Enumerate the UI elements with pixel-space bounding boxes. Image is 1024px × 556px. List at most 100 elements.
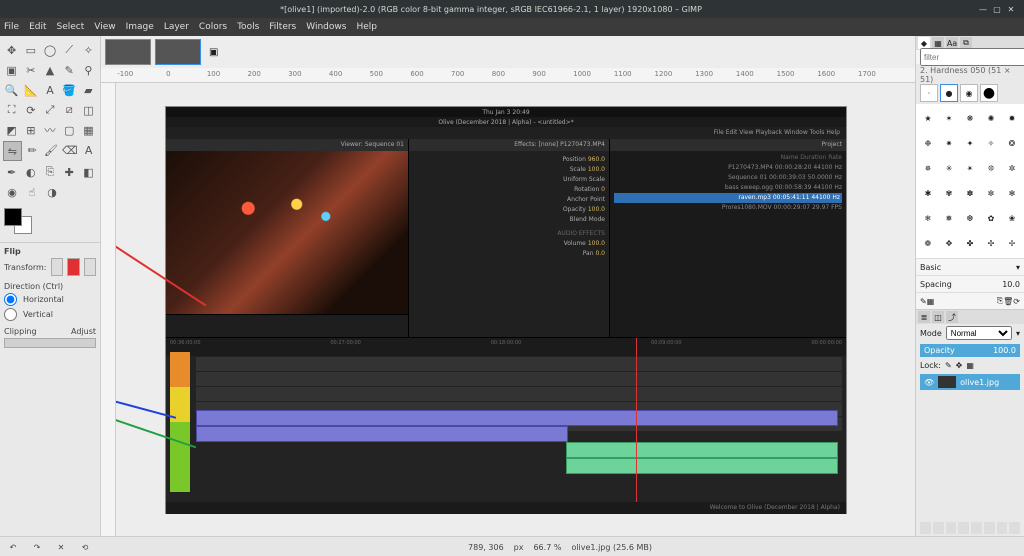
menu-colors[interactable]: Colors bbox=[199, 22, 227, 32]
status-zoom[interactable]: 66.7 % bbox=[533, 543, 561, 552]
mypaint-tool-icon[interactable]: ◐ bbox=[22, 163, 39, 181]
fg-color-swatch[interactable] bbox=[4, 208, 22, 226]
menu-edit[interactable]: Edit bbox=[29, 22, 46, 32]
airbrush-tool-icon[interactable]: A bbox=[80, 141, 97, 159]
doc-thumb-1[interactable] bbox=[105, 39, 151, 65]
layers-opacity-slider[interactable]: Opacity 100.0 bbox=[920, 344, 1020, 357]
brush-hard-icon[interactable]: ● bbox=[980, 84, 998, 102]
perspective-tool-icon[interactable]: ◫ bbox=[80, 101, 97, 119]
free-select-tool-icon[interactable]: ⟋ bbox=[61, 41, 78, 59]
direction-vertical[interactable]: Vertical bbox=[4, 308, 96, 321]
direction-vertical-radio[interactable] bbox=[4, 308, 17, 321]
window-close-button[interactable]: ✕ bbox=[1004, 5, 1018, 14]
layer-row[interactable]: 👁 olive1.jpg bbox=[920, 374, 1020, 390]
brush-grid[interactable]: ★✶❋✺✹ ❉✷✦✧❂ ✵✳✴❊✲ ✱✾✽✼✻ ❄❅❆✿❀ ❁✥✤✣✢ bbox=[916, 104, 1024, 258]
perspective-clone-icon[interactable]: ◧ bbox=[80, 163, 97, 181]
tab-paths-icon[interactable]: ⤴ bbox=[946, 311, 958, 323]
menu-windows[interactable]: Windows bbox=[306, 22, 346, 32]
ink-tool-icon[interactable]: ✒ bbox=[3, 163, 20, 181]
layer-group-icon[interactable] bbox=[933, 522, 944, 534]
status-unit[interactable]: px bbox=[514, 543, 524, 552]
layer-mask-icon[interactable] bbox=[997, 522, 1008, 534]
layers-mode-menu-icon[interactable]: ▾ bbox=[1016, 329, 1020, 338]
layer-del-icon[interactable] bbox=[1009, 522, 1020, 534]
rotate-tool-icon[interactable]: ⟳ bbox=[22, 101, 39, 119]
color-select-tool-icon[interactable]: ▣ bbox=[3, 61, 20, 79]
lock-alpha-icon[interactable]: ▦ bbox=[966, 361, 974, 370]
menu-help[interactable]: Help bbox=[356, 22, 377, 32]
menu-view[interactable]: View bbox=[94, 22, 115, 32]
handle-tool-icon[interactable]: ⊞ bbox=[22, 121, 39, 139]
menu-filters[interactable]: Filters bbox=[269, 22, 296, 32]
ellipse-select-tool-icon[interactable]: ◯ bbox=[41, 41, 58, 59]
color-swatches[interactable] bbox=[0, 206, 100, 242]
scale-tool-icon[interactable]: ⤢ bbox=[41, 101, 58, 119]
transform-layer-icon[interactable] bbox=[51, 258, 64, 276]
measure-tool-icon[interactable]: 📐 bbox=[22, 81, 39, 99]
pencil-tool-icon[interactable]: ✏ bbox=[24, 141, 41, 159]
menu-image[interactable]: Image bbox=[126, 22, 154, 32]
brush-tool-icon[interactable]: 🖌 bbox=[43, 141, 60, 159]
brush-refresh-icon[interactable]: ⟳ bbox=[1013, 297, 1020, 306]
brush-new-icon[interactable]: ▦ bbox=[927, 297, 935, 306]
brush-soft-icon[interactable]: ● bbox=[940, 84, 958, 102]
menu-tools[interactable]: Tools bbox=[237, 22, 259, 32]
rect-select-tool-icon[interactable]: ▭ bbox=[22, 41, 39, 59]
brush-del-icon[interactable]: 🗑 bbox=[1003, 297, 1013, 306]
brush-basic-dropdown-icon[interactable]: ▾ bbox=[1016, 263, 1020, 272]
fuzzy-select-tool-icon[interactable]: ✧ bbox=[80, 41, 97, 59]
brush-pixel-icon[interactable]: · bbox=[920, 84, 938, 102]
smudge-tool-icon[interactable]: ☝ bbox=[23, 183, 41, 201]
direction-horizontal[interactable]: Horizontal bbox=[4, 293, 96, 306]
window-max-button[interactable]: ▢ bbox=[990, 5, 1004, 14]
clone-tool-icon[interactable]: ⎘ bbox=[41, 163, 58, 181]
menu-select[interactable]: Select bbox=[57, 22, 85, 32]
bucket-tool-icon[interactable]: 🪣 bbox=[61, 81, 78, 99]
layer-visibility-icon[interactable]: 👁 bbox=[924, 378, 934, 387]
dodge-tool-icon[interactable]: ◑ bbox=[43, 183, 61, 201]
move-tool-icon[interactable]: ✥ bbox=[3, 41, 20, 59]
shear-tool-icon[interactable]: ⧄ bbox=[61, 101, 78, 119]
status-redo-icon[interactable]: ↷ bbox=[30, 540, 44, 554]
menu-layer[interactable]: Layer bbox=[164, 22, 189, 32]
paths-tool-icon[interactable]: ✎ bbox=[61, 61, 78, 79]
scissors-tool-icon[interactable]: ✂ bbox=[22, 61, 39, 79]
eraser-tool-icon[interactable]: ⌫ bbox=[61, 141, 78, 159]
cage-tool-icon[interactable]: ▢ bbox=[61, 121, 78, 139]
text-tool-icon[interactable]: A bbox=[41, 81, 58, 99]
unified-tool-icon[interactable]: ◩ bbox=[3, 121, 20, 139]
status-delete-icon[interactable]: ✕ bbox=[54, 540, 68, 554]
doc-thumb-2[interactable] bbox=[155, 39, 201, 65]
single-window-toggle-icon[interactable]: ▣ bbox=[209, 47, 218, 58]
transform-selection-icon[interactable] bbox=[67, 258, 80, 276]
layers-mode-select[interactable]: Normal bbox=[946, 326, 1012, 340]
blur-tool-icon[interactable]: ◉ bbox=[3, 183, 21, 201]
foreground-tool-icon[interactable]: ▲ bbox=[41, 61, 58, 79]
picker-tool-icon[interactable]: ⚲ bbox=[80, 61, 97, 79]
zoom-tool-icon[interactable]: 🔍 bbox=[3, 81, 20, 99]
clipping-slider[interactable] bbox=[4, 338, 96, 348]
layer-down-icon[interactable] bbox=[958, 522, 969, 534]
brush-edit-icon[interactable]: ✎ bbox=[920, 297, 927, 306]
flip-tool-icon[interactable]: ⇋ bbox=[3, 141, 22, 161]
status-reset-icon[interactable]: ⟲ bbox=[78, 540, 92, 554]
tab-layers-icon[interactable]: ≣ bbox=[918, 311, 930, 323]
canvas[interactable]: Thu Jan 3 20:49 Olive (December 2018 | A… bbox=[116, 83, 915, 536]
tab-channels-icon[interactable]: ◫ bbox=[932, 311, 944, 323]
align-tool-icon[interactable]: ▦ bbox=[80, 121, 97, 139]
transform-path-icon[interactable] bbox=[84, 258, 97, 276]
gradient-tool-icon[interactable]: ▰ bbox=[80, 81, 97, 99]
window-min-button[interactable]: — bbox=[976, 5, 990, 14]
direction-horizontal-radio[interactable] bbox=[4, 293, 17, 306]
layer-merge-icon[interactable] bbox=[984, 522, 995, 534]
layer-up-icon[interactable] bbox=[946, 522, 957, 534]
heal-tool-icon[interactable]: ✚ bbox=[61, 163, 78, 181]
layer-new-icon[interactable] bbox=[920, 522, 931, 534]
status-undo-icon[interactable]: ↶ bbox=[6, 540, 20, 554]
crop-tool-icon[interactable]: ⛶ bbox=[3, 101, 20, 119]
lock-pixels-icon[interactable]: ✎ bbox=[945, 361, 952, 370]
warp-tool-icon[interactable]: 〰 bbox=[41, 121, 58, 139]
layer-dup-icon[interactable] bbox=[971, 522, 982, 534]
brush-soft2-icon[interactable]: ◉ bbox=[960, 84, 978, 102]
menu-file[interactable]: File bbox=[4, 22, 19, 32]
